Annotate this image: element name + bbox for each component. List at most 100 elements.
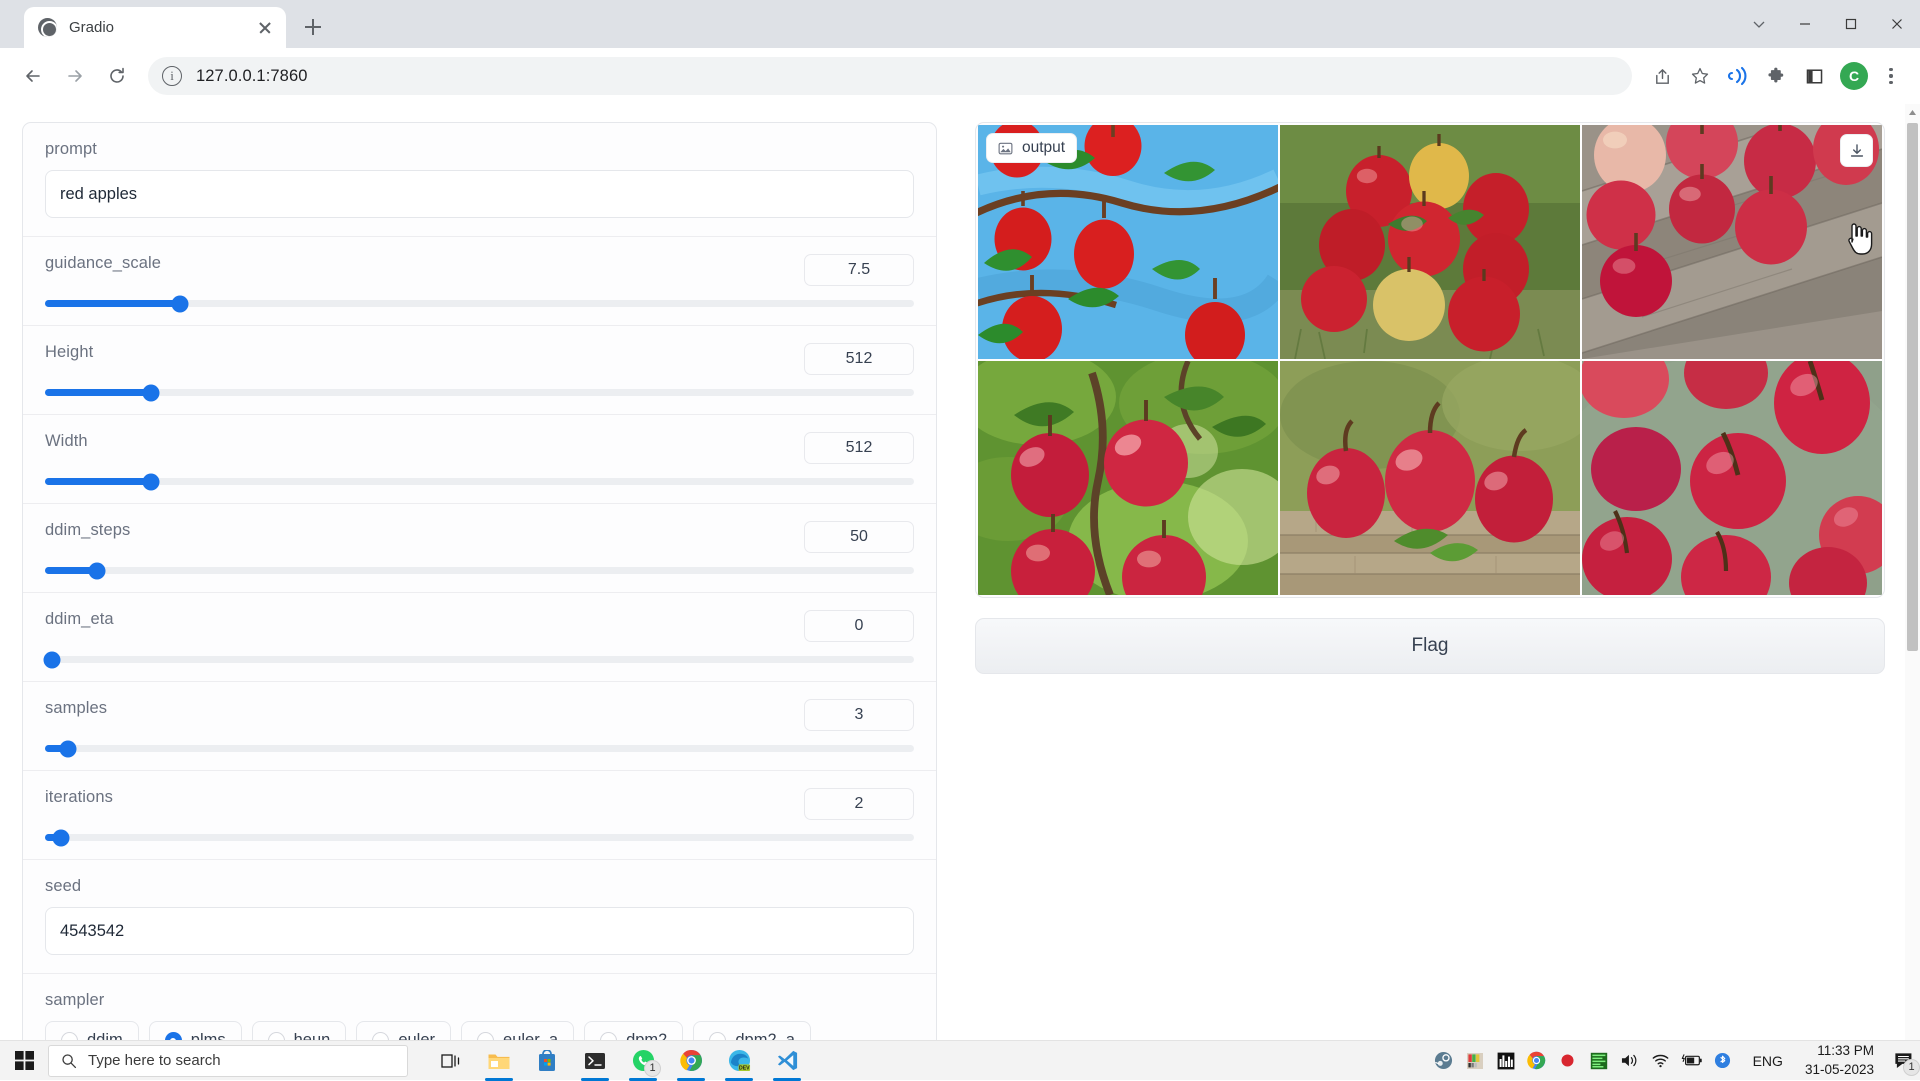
scrollbar-thumb[interactable] bbox=[1907, 123, 1918, 651]
record-dot-icon[interactable] bbox=[1554, 1041, 1582, 1081]
minimize-icon[interactable] bbox=[1782, 0, 1828, 48]
bluetooth-icon[interactable] bbox=[1709, 1041, 1737, 1081]
puzzle-icon[interactable] bbox=[1758, 58, 1794, 94]
file-explorer[interactable] bbox=[476, 1041, 522, 1081]
samples-value[interactable]: 3 bbox=[804, 699, 914, 731]
maximize-icon[interactable] bbox=[1828, 0, 1874, 48]
guidance-scale-value[interactable]: 7.5 bbox=[804, 254, 914, 286]
matrix-icon[interactable] bbox=[1585, 1041, 1613, 1081]
width-slider[interactable] bbox=[45, 478, 914, 485]
toolbar-icons: C bbox=[1644, 58, 1906, 94]
split-screen-icon[interactable] bbox=[1796, 58, 1832, 94]
window-close-icon[interactable] bbox=[1874, 0, 1920, 48]
seed-input[interactable] bbox=[45, 907, 914, 955]
iterations-slider[interactable] bbox=[45, 834, 914, 841]
star-icon[interactable] bbox=[1682, 58, 1718, 94]
reload-icon[interactable] bbox=[98, 57, 136, 95]
search-input[interactable]: Type here to search bbox=[48, 1045, 408, 1077]
site-info-icon[interactable]: i bbox=[162, 66, 182, 86]
scroll-up-icon[interactable] bbox=[1905, 104, 1920, 121]
gallery-image-3[interactable] bbox=[1582, 125, 1882, 359]
avatar[interactable]: C bbox=[1840, 62, 1868, 90]
guidance-scale-slider[interactable] bbox=[45, 300, 914, 307]
wifi-icon[interactable] bbox=[1647, 1041, 1675, 1081]
share-icon[interactable] bbox=[1644, 58, 1680, 94]
sampler-option-euler-a[interactable]: euler_a bbox=[461, 1021, 574, 1040]
task-view[interactable] bbox=[428, 1041, 474, 1081]
height-label: Height bbox=[45, 343, 93, 362]
sampler-option-dpm2-a[interactable]: dpm2_a bbox=[693, 1021, 811, 1040]
chrome-tray-icon[interactable] bbox=[1523, 1041, 1551, 1081]
sampler-option-label: plms bbox=[191, 1031, 226, 1040]
gallery-image-2[interactable] bbox=[1280, 125, 1580, 359]
radio-icon bbox=[372, 1032, 389, 1040]
sampler-option-euler[interactable]: euler bbox=[356, 1021, 451, 1040]
sampler-option-label: dpm2 bbox=[626, 1031, 667, 1040]
prompt-input[interactable] bbox=[45, 170, 914, 218]
browser-titlebar: Gradio bbox=[0, 0, 1920, 48]
color-swatch-icon[interactable] bbox=[1461, 1041, 1489, 1081]
gradio-app: prompt guidance_scale 7.5 bbox=[0, 104, 1905, 1040]
clock-time: 11:33 PM bbox=[1817, 1042, 1874, 1060]
chrome[interactable] bbox=[668, 1041, 714, 1081]
gallery-image-4[interactable] bbox=[978, 361, 1278, 595]
width-label: Width bbox=[45, 432, 88, 451]
kebab-menu-icon[interactable] bbox=[1876, 58, 1906, 94]
height-value[interactable]: 512 bbox=[804, 343, 914, 375]
flag-button[interactable]: Flag bbox=[975, 618, 1885, 674]
speaker-icon[interactable] bbox=[1616, 1041, 1644, 1081]
vscode-icon bbox=[776, 1049, 799, 1072]
start-button[interactable] bbox=[0, 1041, 48, 1081]
gallery-image-6[interactable] bbox=[1582, 361, 1882, 595]
globe-icon bbox=[38, 18, 57, 37]
window-controls bbox=[1736, 0, 1920, 48]
page-scrollbar[interactable] bbox=[1905, 104, 1920, 1040]
sampler-option-label: euler bbox=[398, 1031, 435, 1040]
chevron-down-icon[interactable] bbox=[1736, 0, 1782, 48]
sampler-block: sampler ddim plms bbox=[23, 974, 936, 1040]
edge-dev[interactable]: DEV bbox=[716, 1041, 762, 1081]
ddim-steps-slider[interactable] bbox=[45, 567, 914, 574]
slider-block-ddim-steps: ddim_steps 50 bbox=[23, 504, 936, 593]
sampler-option-plms[interactable]: plms bbox=[149, 1021, 242, 1040]
taskbar-apps: 1 DEV bbox=[428, 1041, 810, 1081]
samples-slider[interactable] bbox=[45, 745, 914, 752]
height-slider[interactable] bbox=[45, 389, 914, 396]
folder-icon bbox=[487, 1050, 511, 1072]
whatsapp[interactable]: 1 bbox=[620, 1041, 666, 1081]
notification-center[interactable]: 1 bbox=[1886, 1041, 1920, 1081]
address-bar[interactable]: i 127.0.0.1:7860 bbox=[148, 57, 1632, 95]
sampler-option-ddim[interactable]: ddim bbox=[45, 1021, 139, 1040]
microsoft-store[interactable] bbox=[524, 1041, 570, 1081]
terminal[interactable] bbox=[572, 1041, 618, 1081]
chrome-icon bbox=[680, 1049, 703, 1072]
windows-logo-icon bbox=[15, 1051, 34, 1070]
vs-code[interactable] bbox=[764, 1041, 810, 1081]
forward-arrow-icon[interactable] bbox=[56, 57, 94, 95]
language-indicator[interactable]: ENG bbox=[1743, 1053, 1793, 1069]
page-viewport: prompt guidance_scale 7.5 bbox=[0, 104, 1920, 1040]
guidance-scale-label: guidance_scale bbox=[45, 254, 161, 273]
browser-tab-gradio[interactable]: Gradio bbox=[24, 7, 286, 48]
ddim-eta-value[interactable]: 0 bbox=[804, 610, 914, 642]
browser-toolbar: i 127.0.0.1:7860 C bbox=[0, 48, 1920, 104]
new-tab-icon[interactable] bbox=[296, 10, 330, 44]
slider-block-guidance-scale: guidance_scale 7.5 bbox=[23, 237, 936, 326]
close-icon[interactable] bbox=[254, 17, 276, 39]
battery-charging-icon[interactable] bbox=[1678, 1041, 1706, 1081]
gallery-image-5[interactable] bbox=[1280, 361, 1580, 595]
ddim-eta-slider[interactable] bbox=[45, 656, 914, 663]
back-arrow-icon[interactable] bbox=[14, 57, 52, 95]
output-label: output bbox=[1022, 139, 1065, 157]
sampler-option-dpm2[interactable]: dpm2 bbox=[584, 1021, 683, 1040]
ddim-steps-value[interactable]: 50 bbox=[804, 521, 914, 553]
equalizer-icon[interactable] bbox=[1492, 1041, 1520, 1081]
read-aloud-icon[interactable] bbox=[1720, 58, 1756, 94]
sampler-option-heun[interactable]: heun bbox=[252, 1021, 347, 1040]
sampler-label: sampler bbox=[45, 991, 914, 1010]
width-value[interactable]: 512 bbox=[804, 432, 914, 464]
iterations-value[interactable]: 2 bbox=[804, 788, 914, 820]
steam-icon[interactable] bbox=[1430, 1041, 1458, 1081]
clock[interactable]: 11:33 PM 31-05-2023 bbox=[1793, 1042, 1886, 1078]
download-icon[interactable] bbox=[1840, 134, 1873, 167]
